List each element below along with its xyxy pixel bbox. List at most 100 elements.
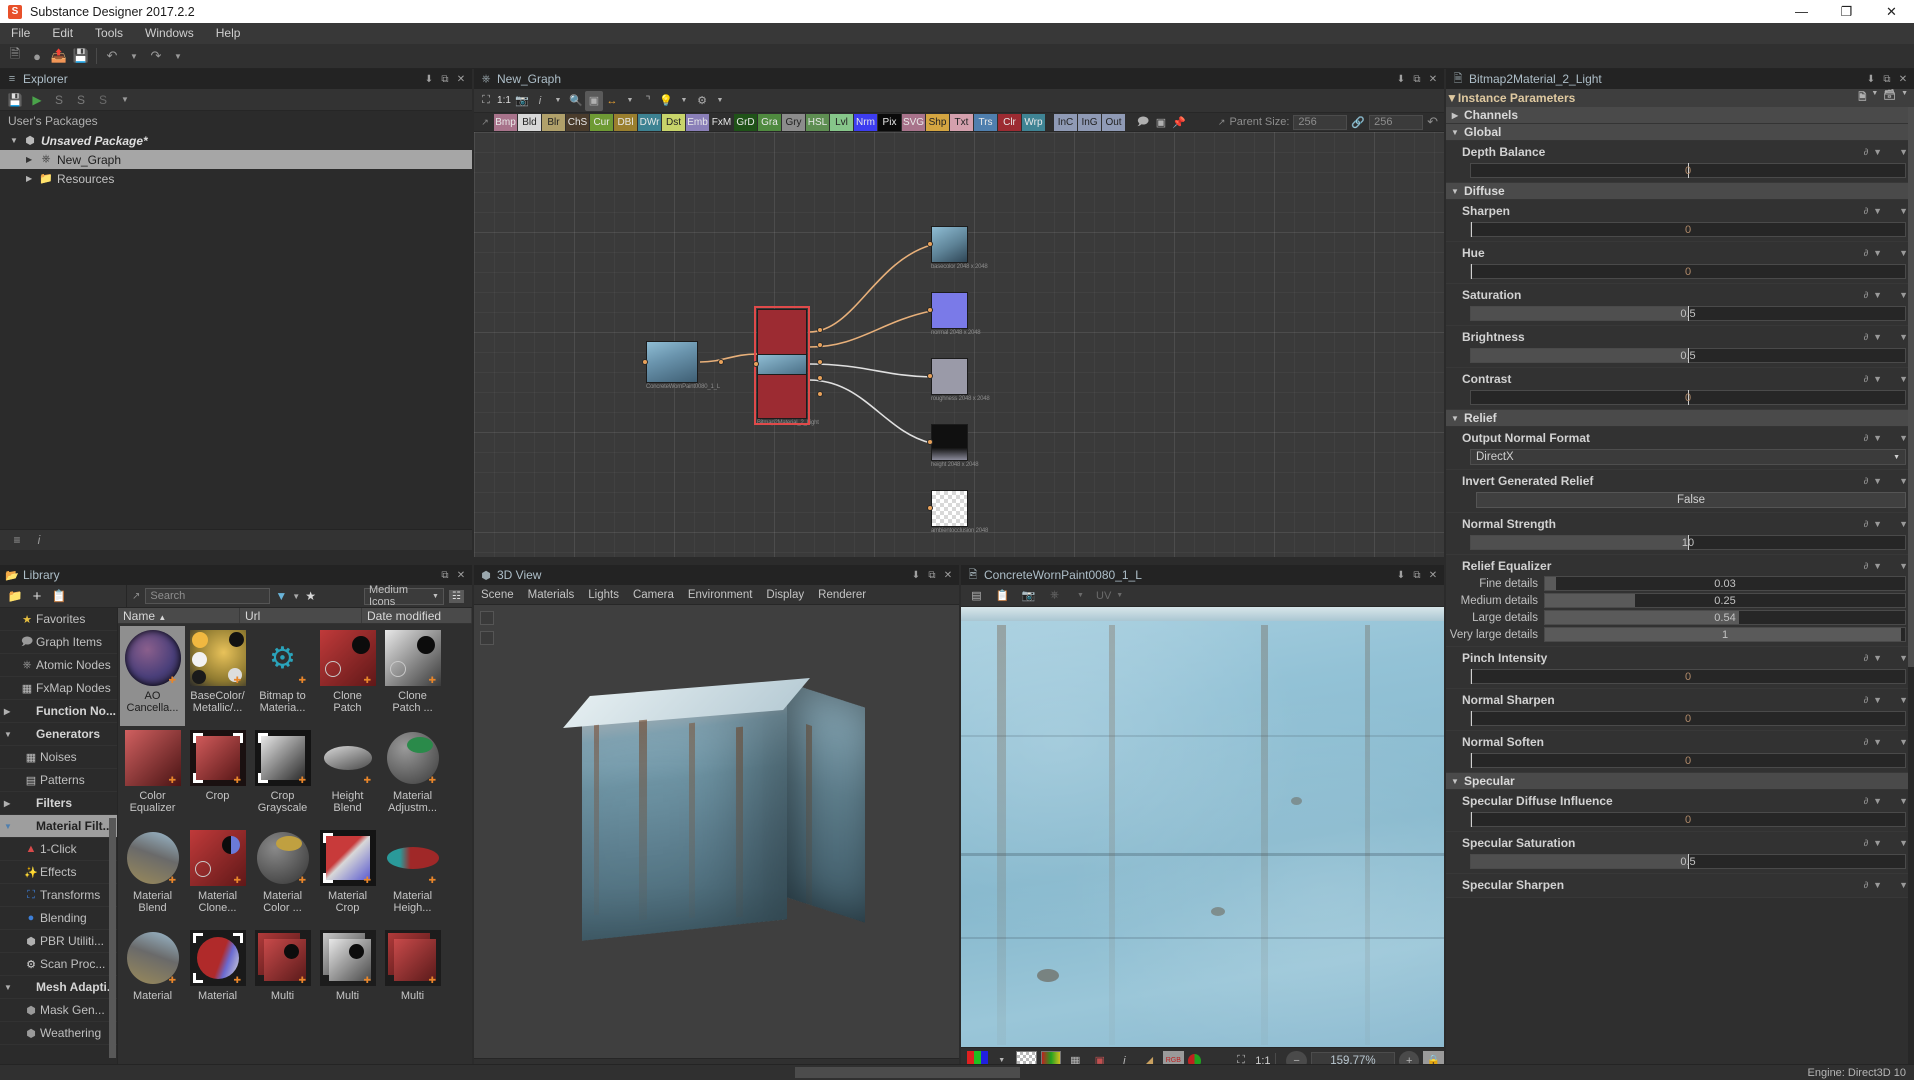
library-tree-item-fxmap-nodes[interactable]: ▦ FxMap Nodes bbox=[0, 677, 117, 700]
undo-icon[interactable]: ↶ bbox=[101, 46, 123, 66]
menu-help[interactable]: Help bbox=[205, 23, 252, 44]
chevron-down-icon[interactable]: ▼ bbox=[1899, 433, 1908, 443]
chevron-right-icon[interactable]: ▶ bbox=[4, 707, 18, 716]
chevron-down-icon[interactable]: ▼ bbox=[1873, 248, 1882, 258]
menu-tools[interactable]: Tools bbox=[84, 23, 134, 44]
view3d-menu-camera[interactable]: Camera bbox=[626, 585, 681, 605]
close-panel-icon[interactable]: ✕ bbox=[1426, 71, 1440, 87]
shortcut-clr[interactable]: Clr bbox=[998, 114, 1021, 131]
function-icon[interactable]: ∂ bbox=[1864, 147, 1868, 157]
function-icon[interactable]: ∂ bbox=[1864, 248, 1868, 258]
undo-dropdown-icon[interactable]: ▼ bbox=[123, 46, 145, 66]
menu-file[interactable]: File bbox=[0, 23, 41, 44]
list-item[interactable]: ✚ AO Cancella... bbox=[120, 626, 185, 726]
close-button[interactable]: ✕ bbox=[1869, 0, 1914, 23]
list-item[interactable]: ✚ Multi bbox=[315, 926, 380, 1026]
open-package-icon[interactable]: ● bbox=[26, 46, 48, 66]
comment-icon[interactable]: 🗩 bbox=[1134, 112, 1152, 132]
shortcut-gry[interactable]: Gry bbox=[782, 114, 805, 131]
explorer-item-unsaved-package[interactable]: ▼ ⬢ Unsaved Package* bbox=[0, 131, 472, 150]
list-item[interactable]: ✚ Clone Patch ... bbox=[380, 626, 445, 726]
library-tree-item-mask-generators[interactable]: ⬢ Mask Gen... bbox=[0, 999, 117, 1022]
screenshot-icon[interactable]: 📷 bbox=[513, 91, 531, 111]
shortcut-fxm[interactable]: FxM bbox=[710, 114, 733, 131]
frame-icon[interactable]: ▣ bbox=[1152, 112, 1170, 132]
shortcut-bld[interactable]: Bld bbox=[518, 114, 541, 131]
substance-icon-2[interactable]: S bbox=[70, 91, 92, 109]
column-name[interactable]: Name ▲ bbox=[118, 608, 240, 623]
chevron-down-icon[interactable]: ▼ bbox=[114, 91, 136, 109]
open-external-icon[interactable]: ↗ bbox=[132, 591, 140, 602]
float-panel-icon[interactable]: ⧉ bbox=[1410, 567, 1424, 583]
function-icon[interactable]: ∂ bbox=[1864, 476, 1868, 486]
chevron-down-icon[interactable]: ▼ bbox=[1899, 737, 1908, 747]
section-channels[interactable]: ▶ Channels bbox=[1446, 107, 1914, 124]
column-date-modified[interactable]: Date modified bbox=[362, 608, 472, 623]
section-specular[interactable]: ▼ Specular bbox=[1446, 773, 1914, 790]
chevron-down-icon[interactable]: ▼ bbox=[1873, 737, 1882, 747]
preset-icon[interactable]: 🗎 bbox=[1858, 90, 1866, 107]
chevron-down-icon[interactable]: ▼ bbox=[1873, 695, 1882, 705]
instance-parameters-header[interactable]: ▼ Instance Parameters 🗎 ▼ 🗃 ▼ bbox=[1446, 89, 1914, 107]
chevron-right-icon[interactable]: ▶ bbox=[26, 174, 38, 183]
gear-icon[interactable]: ⚙ bbox=[693, 91, 711, 111]
library-tree-item-filters[interactable]: ▶ Filters bbox=[0, 792, 117, 815]
shortcut-pix[interactable]: Pix bbox=[878, 114, 901, 131]
chevron-down-icon[interactable]: ▼ bbox=[1873, 519, 1882, 529]
redo-dropdown-icon[interactable]: ▼ bbox=[167, 46, 189, 66]
save-icon[interactable]: 💾 bbox=[4, 91, 26, 109]
float-panel-icon[interactable]: ⧉ bbox=[925, 567, 939, 583]
shortcut-hsl[interactable]: HSL bbox=[806, 114, 829, 131]
function-icon[interactable]: ∂ bbox=[1864, 561, 1868, 571]
search-icon[interactable]: 🔍 bbox=[567, 91, 585, 111]
band-slider[interactable]: 0.54 bbox=[1544, 610, 1906, 625]
chevron-down-icon[interactable]: ▼ bbox=[1899, 838, 1908, 848]
chevron-down-icon[interactable]: ▼ bbox=[1873, 147, 1882, 157]
view3d-overlay-icon[interactable] bbox=[480, 611, 494, 625]
edit-list-icon[interactable]: 📋 bbox=[48, 587, 70, 605]
param-slider[interactable]: 0 bbox=[1470, 753, 1906, 768]
chevron-down-icon[interactable]: ▼ bbox=[1899, 206, 1908, 216]
param-combo[interactable]: DirectX ▼ bbox=[1470, 449, 1906, 465]
output-ao-node[interactable]: ambientocclusion 2048 bbox=[931, 490, 988, 534]
parent-size-height-input[interactable]: 256 bbox=[1369, 115, 1423, 130]
link-icon[interactable]: ↔ bbox=[603, 91, 621, 111]
view3d-overlay-icon2[interactable] bbox=[480, 631, 494, 645]
chevron-down-icon[interactable]: ▼ bbox=[1446, 91, 1458, 105]
chevron-down-icon[interactable]: ▼ bbox=[1873, 561, 1882, 571]
chevron-down-icon[interactable]: ▼ bbox=[549, 91, 567, 111]
open-external-icon[interactable]: ↗ bbox=[1218, 117, 1226, 128]
chevron-down-icon[interactable]: ▼ bbox=[1871, 90, 1878, 107]
function-icon[interactable]: ∂ bbox=[1864, 796, 1868, 806]
float-panel-icon[interactable]: ⧉ bbox=[438, 71, 452, 87]
function-icon[interactable]: ∂ bbox=[1864, 206, 1868, 216]
close-panel-icon[interactable]: ✕ bbox=[941, 567, 955, 583]
shortcut-dbl[interactable]: DBl bbox=[614, 114, 637, 131]
shortcut-lvl[interactable]: Lvl bbox=[830, 114, 853, 131]
chain-link-icon[interactable]: 🔗 bbox=[1351, 116, 1365, 129]
chevron-down-icon[interactable]: ▼ bbox=[1893, 454, 1900, 461]
library-tree-item-patterns[interactable]: ▤ Patterns bbox=[0, 769, 117, 792]
chevron-down-icon[interactable]: ▼ bbox=[1899, 561, 1908, 571]
properties-scrollbar[interactable] bbox=[1908, 107, 1914, 1070]
chevron-down-icon[interactable]: ▼ bbox=[1873, 332, 1882, 342]
view3d-menu-materials[interactable]: Materials bbox=[521, 585, 582, 605]
list-item[interactable]: ✚ Material bbox=[185, 926, 250, 1026]
function-icon[interactable]: ∂ bbox=[1864, 838, 1868, 848]
output-roughness-node[interactable]: roughness 2048 x 2048 bbox=[931, 358, 990, 402]
thumbnail-toggle-icon[interactable]: ▣ bbox=[585, 91, 603, 111]
library-tree-item-function-nodes[interactable]: ▶ Function No... bbox=[0, 700, 117, 723]
list-view-icon[interactable]: ☷ bbox=[449, 590, 464, 603]
library-tree-scrollbar[interactable] bbox=[109, 818, 116, 1058]
screenshot-icon[interactable]: 📷 bbox=[1018, 586, 1039, 606]
chevron-down-icon[interactable]: ▼ bbox=[1873, 476, 1882, 486]
minimize-panel-icon[interactable]: ⬇ bbox=[909, 567, 923, 583]
menu-edit[interactable]: Edit bbox=[41, 23, 84, 44]
chevron-down-icon[interactable]: ▼ bbox=[4, 730, 18, 739]
list-item[interactable]: ✚ Material Adjustm... bbox=[380, 726, 445, 826]
band-slider[interactable]: 0.03 bbox=[1544, 576, 1906, 591]
chevron-down-icon[interactable]: ▼ bbox=[1899, 653, 1908, 663]
chevron-right-icon[interactable]: ▶ bbox=[4, 799, 18, 808]
library-tree-item-generators[interactable]: ▼ Generators bbox=[0, 723, 117, 746]
chevron-down-icon[interactable]: ▼ bbox=[1446, 777, 1464, 786]
